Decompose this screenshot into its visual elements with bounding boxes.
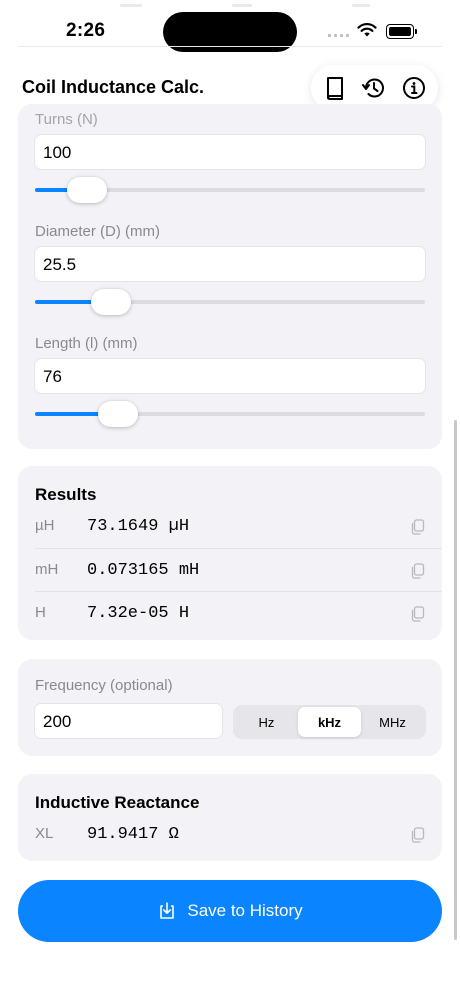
status-time: 2:26 bbox=[66, 20, 106, 41]
copy-icon bbox=[411, 519, 425, 535]
frequency-label: Frequency (optional) bbox=[35, 677, 173, 694]
result-value: 73.1649 µH bbox=[87, 517, 190, 536]
copy-icon bbox=[411, 827, 425, 843]
frequency-field[interactable]: 200 bbox=[34, 703, 223, 739]
scroll-residue bbox=[352, 4, 370, 7]
page-title: Coil Inductance Calc. bbox=[22, 77, 205, 97]
result-unit-label: H bbox=[35, 604, 46, 621]
length-label: Length (l) (mm) bbox=[35, 335, 138, 352]
save-to-history-button[interactable]: Save to History bbox=[18, 880, 442, 942]
unit-option-khz[interactable]: kHz bbox=[298, 707, 361, 737]
row-divider bbox=[35, 591, 442, 592]
turns-field[interactable]: 100 bbox=[34, 134, 426, 170]
turns-slider-knob[interactable] bbox=[66, 177, 107, 203]
result-value: 0.073165 mH bbox=[87, 561, 200, 580]
unit-option-mhz[interactable]: MHz bbox=[361, 707, 424, 737]
info-icon bbox=[403, 77, 426, 99]
info-button[interactable] bbox=[399, 73, 429, 103]
length-field[interactable]: 76 bbox=[34, 358, 426, 394]
result-unit-label: mH bbox=[35, 561, 59, 578]
scroll-residue bbox=[232, 4, 252, 7]
diameter-label: Diameter (D) (mm) bbox=[35, 223, 160, 240]
copy-button[interactable] bbox=[409, 562, 427, 580]
book-icon bbox=[326, 77, 343, 101]
cellular-signal-icon bbox=[328, 34, 349, 37]
history-button[interactable] bbox=[359, 73, 389, 103]
scroll-indicator[interactable] bbox=[454, 420, 457, 940]
diameter-field[interactable]: 25.5 bbox=[34, 246, 426, 282]
copy-icon bbox=[411, 563, 425, 579]
result-value: 7.32e-05 H bbox=[87, 604, 190, 623]
reactance-unit-label: XL bbox=[35, 825, 54, 842]
reactance-title: Inductive Reactance bbox=[35, 793, 200, 812]
diameter-slider-knob[interactable] bbox=[91, 289, 131, 315]
save-button-label: Save to History bbox=[187, 901, 303, 920]
copy-icon bbox=[411, 606, 425, 622]
save-download-icon bbox=[160, 902, 175, 919]
frequency-unit-picker: Hz kHz MHz bbox=[233, 705, 426, 739]
copy-button[interactable] bbox=[409, 826, 427, 844]
battery-tip bbox=[415, 29, 417, 34]
scroll-residue bbox=[18, 46, 442, 47]
copy-button[interactable] bbox=[409, 605, 427, 623]
unit-option-hz[interactable]: Hz bbox=[235, 707, 298, 737]
reactance-value: 91.9417 Ω bbox=[87, 825, 179, 844]
wifi-icon bbox=[357, 22, 377, 43]
scroll-residue bbox=[120, 4, 142, 7]
reactance-card bbox=[18, 774, 442, 861]
length-slider-knob[interactable] bbox=[98, 401, 138, 427]
history-icon bbox=[362, 78, 385, 98]
result-unit-label: µH bbox=[35, 517, 55, 534]
reference-book-button[interactable] bbox=[320, 73, 350, 103]
results-title: Results bbox=[35, 485, 97, 504]
copy-button[interactable] bbox=[409, 518, 427, 536]
row-divider bbox=[35, 548, 442, 549]
battery-icon bbox=[386, 24, 414, 39]
turns-label: Turns (N) bbox=[35, 111, 98, 128]
